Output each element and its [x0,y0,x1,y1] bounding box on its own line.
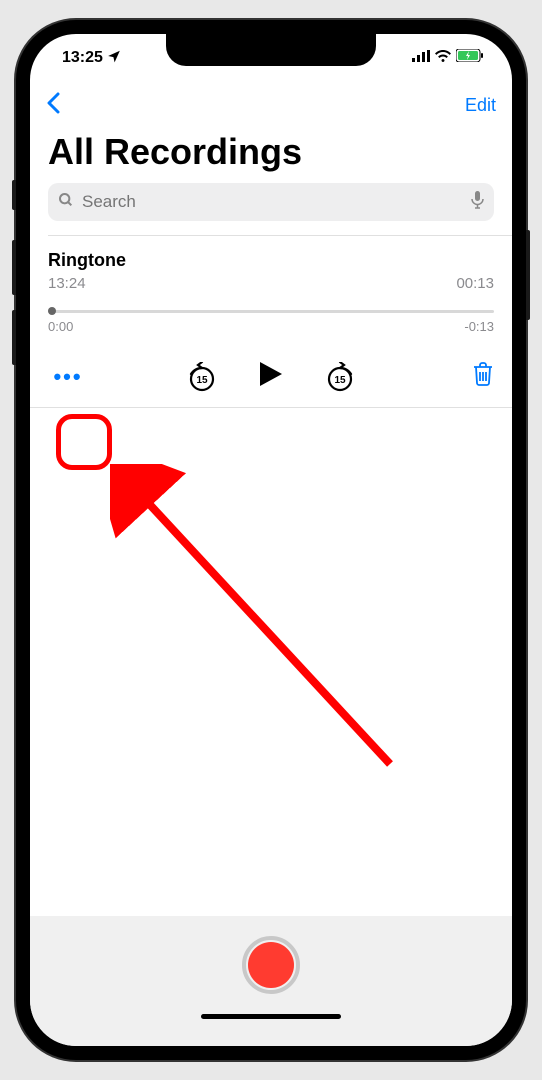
skip-forward-button[interactable]: 15 [325,362,355,392]
recording-item[interactable]: Ringtone 13:24 00:13 0:00 -0:13 [30,236,512,344]
playback-scrubber[interactable]: 0:00 -0:13 [48,310,494,334]
back-button[interactable] [46,90,60,121]
wifi-icon [435,49,451,67]
signal-icon [412,49,430,67]
search-bar[interactable] [48,183,494,221]
play-button[interactable] [257,360,285,393]
page-title: All Recordings [30,125,512,183]
search-icon [58,192,74,213]
battery-icon [456,49,484,67]
more-options-button[interactable]: ••• [48,364,88,390]
search-input[interactable] [82,192,463,212]
playback-controls: ••• 15 15 [30,344,512,407]
recording-title: Ringtone [48,250,126,271]
record-button[interactable] [242,936,300,994]
svg-text:15: 15 [196,375,208,386]
nav-bar: Edit [30,82,512,125]
scrubber-current-time: 0:00 [48,319,73,334]
edit-button[interactable]: Edit [465,95,496,116]
microphone-icon[interactable] [471,191,484,214]
scrubber-remaining-time: -0:13 [464,319,494,334]
skip-back-button[interactable]: 15 [187,362,217,392]
svg-text:15: 15 [334,375,346,386]
home-indicator[interactable] [201,1014,341,1019]
recording-duration: 00:13 [456,275,494,292]
location-icon [107,49,121,68]
status-time: 13:25 [62,49,103,67]
scrubber-thumb[interactable] [48,307,56,315]
bottom-toolbar [30,916,512,1046]
recording-time: 13:24 [48,275,86,292]
empty-area [30,408,512,916]
delete-button[interactable] [472,362,494,391]
